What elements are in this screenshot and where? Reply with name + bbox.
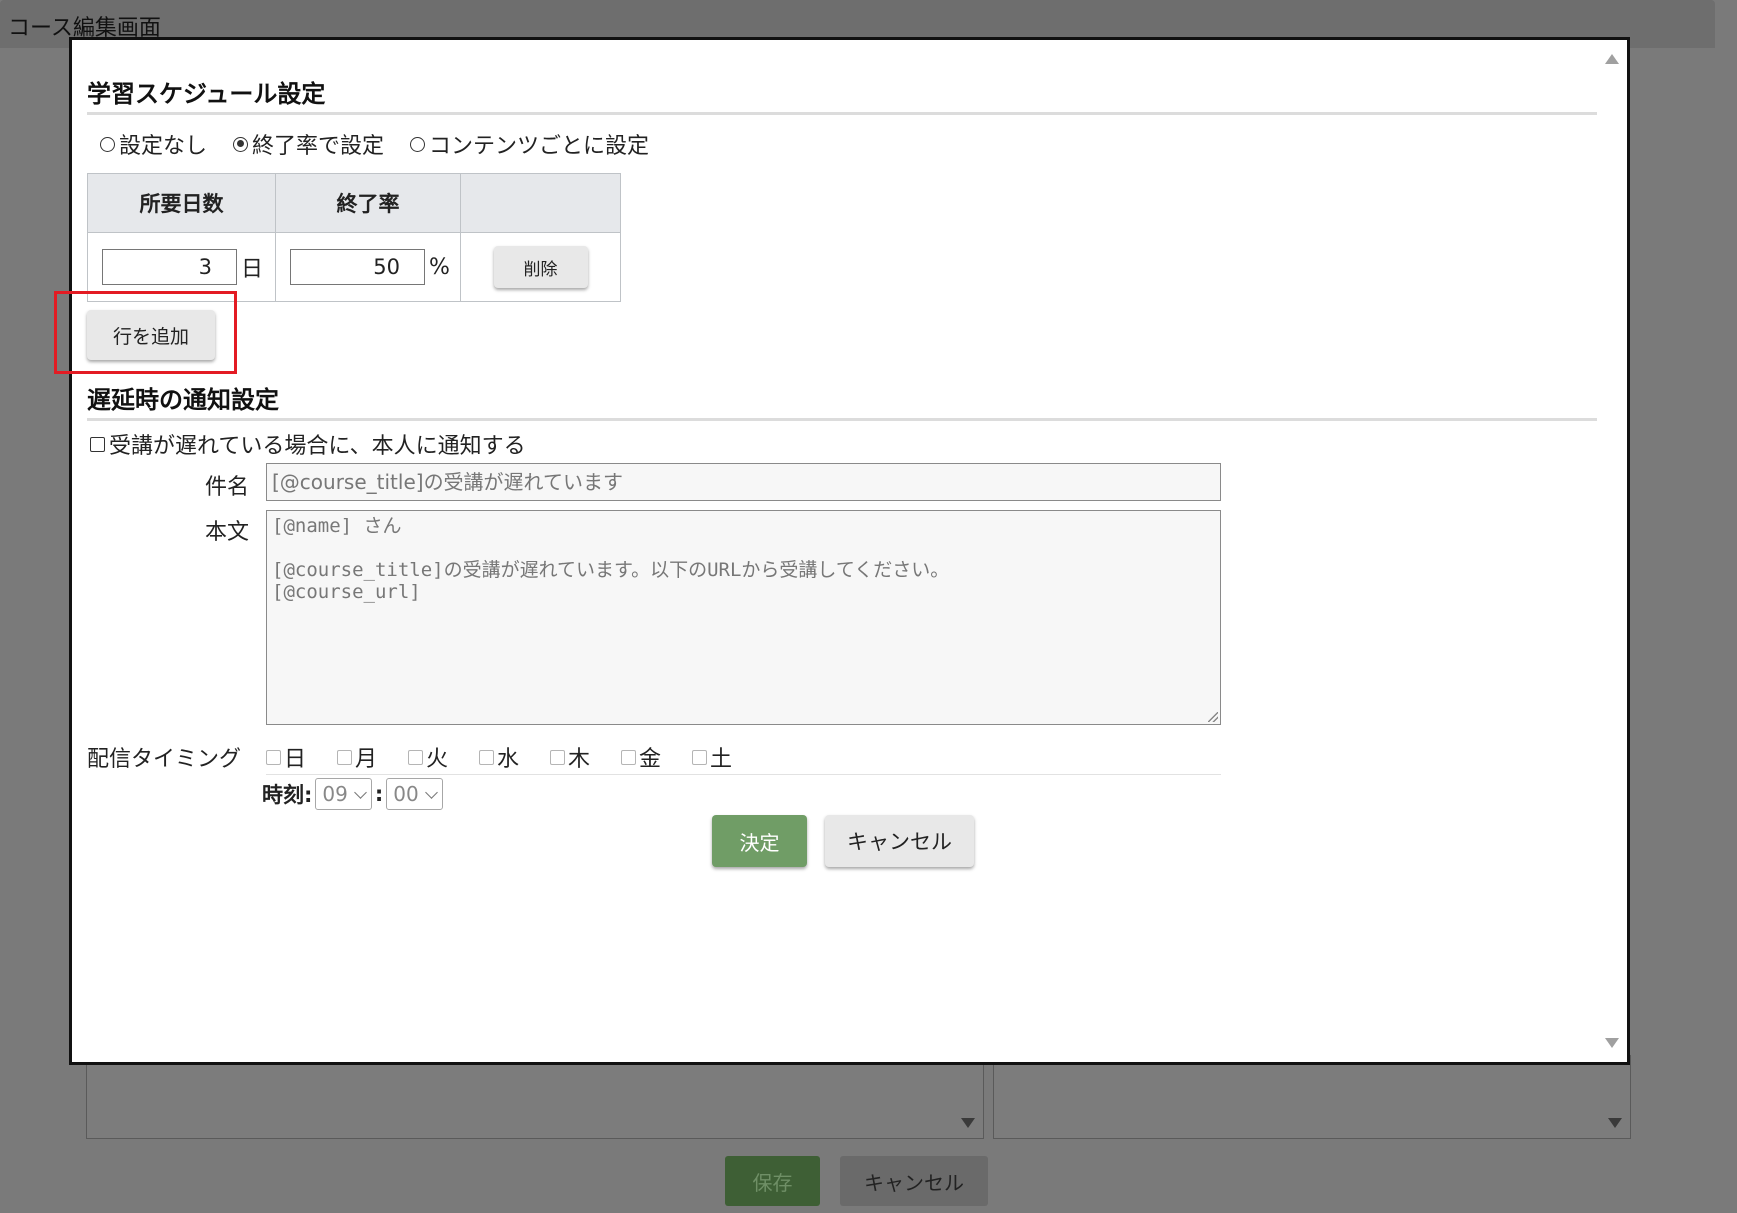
checkbox[interactable]	[408, 749, 423, 765]
checkbox[interactable]	[692, 749, 707, 765]
radio-completion-rate[interactable]: 終了率で設定	[233, 128, 384, 160]
day-label: 水	[497, 747, 520, 772]
hour-value: 09	[322, 782, 348, 806]
radio-label: コンテンツごとに設定	[429, 134, 650, 159]
day-saturday[interactable]: 土	[692, 741, 763, 773]
radio-button[interactable]	[410, 136, 426, 152]
schedule-table: 所要日数 終了率 3日 50% 削除	[87, 173, 621, 302]
hour-select[interactable]: 09	[315, 778, 372, 810]
divider	[87, 418, 1597, 421]
schedule-mode-radio-group: 設定なし 終了率で設定 コンテンツごとに設定	[100, 128, 649, 160]
radio-per-content[interactable]: コンテンツごとに設定	[410, 128, 649, 160]
column-header-days: 所要日数	[87, 173, 276, 233]
rate-unit: %	[429, 254, 450, 280]
notification-section-title: 遅延時の通知設定	[87, 386, 279, 414]
column-header-actions	[460, 173, 621, 233]
day-friday[interactable]: 金	[621, 741, 692, 773]
background-textarea-right	[993, 1055, 1631, 1139]
actions-cell: 削除	[460, 232, 621, 302]
highlight-box	[54, 291, 237, 374]
radio-button[interactable]	[100, 136, 115, 152]
radio-button-checked[interactable]	[233, 136, 249, 152]
completion-rate-input[interactable]: 50	[290, 249, 425, 285]
day-label: 火	[426, 747, 449, 772]
body-textarea[interactable]: [@name] さん [@course_title]の受講が遅れています。以下の…	[266, 510, 1221, 725]
day-label: 土	[710, 747, 733, 772]
timing-label: 配信タイミング	[87, 747, 242, 772]
background-save-button: 保存	[725, 1156, 820, 1206]
background-textarea-left	[86, 1055, 984, 1139]
weekday-checkboxes: 日 月 火 水 木 金 土	[266, 741, 763, 773]
day-label: 金	[639, 747, 662, 772]
day-tuesday[interactable]: 火	[408, 741, 479, 773]
time-label: 時刻:	[262, 783, 313, 807]
divider	[87, 112, 1597, 115]
ok-button[interactable]: 決定	[712, 815, 807, 867]
days-unit: 日	[241, 257, 264, 282]
rate-cell: 50%	[275, 232, 461, 302]
scroll-up-icon[interactable]	[1605, 54, 1619, 64]
day-wednesday[interactable]: 水	[479, 741, 550, 773]
chevron-down-icon	[353, 785, 367, 799]
scroll-down-icon	[1608, 1118, 1622, 1128]
divider	[266, 774, 1221, 775]
day-thursday[interactable]: 木	[550, 741, 621, 773]
checkbox[interactable]	[479, 749, 494, 765]
radio-none[interactable]: 設定なし	[100, 128, 207, 160]
background-cancel-button: キャンセル	[840, 1156, 988, 1206]
scroll-down-icon[interactable]	[1605, 1038, 1619, 1048]
subject-label: 件名	[204, 475, 249, 500]
checkbox-label: 受講が遅れている場合に、本人に通知する	[109, 434, 526, 459]
notify-delay-checkbox[interactable]: 受講が遅れている場合に、本人に通知する	[90, 428, 526, 460]
radio-label: 設定なし	[119, 134, 208, 159]
body-placeholder: [@name] さん [@course_title]の受講が遅れています。以下の…	[272, 515, 950, 603]
checkbox[interactable]	[90, 436, 105, 452]
day-monday[interactable]: 月	[337, 741, 408, 773]
scroll-down-icon	[961, 1118, 975, 1128]
cancel-button[interactable]: キャンセル	[825, 815, 974, 867]
time-separator: :	[374, 782, 384, 806]
subject-input[interactable]: [@course_title]の受講が遅れています	[266, 463, 1221, 501]
delete-row-button[interactable]: 削除	[493, 246, 588, 288]
table-header-row: 所要日数 終了率	[87, 173, 621, 233]
checkbox[interactable]	[337, 749, 352, 765]
radio-label: 終了率で設定	[252, 134, 385, 159]
minute-value: 00	[393, 782, 419, 806]
resize-grip-icon[interactable]	[1208, 712, 1218, 722]
day-label: 木	[568, 747, 591, 772]
day-label: 月	[355, 747, 378, 772]
time-row: 時刻: 09 : 00	[262, 778, 443, 810]
day-label: 日	[284, 747, 307, 772]
checkbox[interactable]	[621, 749, 636, 765]
checkbox[interactable]	[550, 749, 565, 765]
body-label: 本文	[204, 520, 249, 545]
schedule-section-title: 学習スケジュール設定	[87, 80, 326, 108]
chevron-down-icon	[424, 785, 438, 799]
day-sunday[interactable]: 日	[266, 741, 337, 773]
required-days-input[interactable]: 3	[102, 249, 237, 285]
checkbox[interactable]	[266, 749, 281, 765]
course-edit-modal: 学習スケジュール設定 設定なし 終了率で設定 コンテンツごとに設定 所要日数 終…	[54, 37, 1630, 1065]
minute-select[interactable]: 00	[386, 778, 443, 810]
column-header-rate: 終了率	[275, 173, 461, 233]
